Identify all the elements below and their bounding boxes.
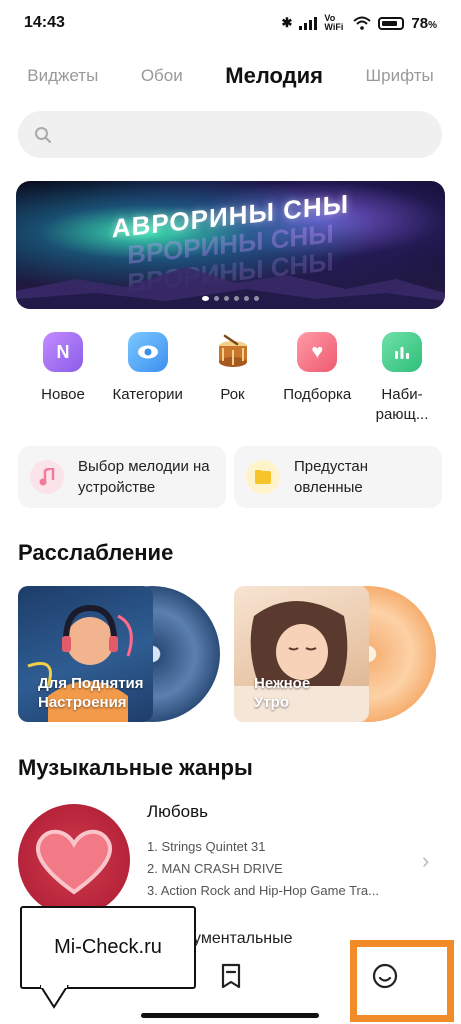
search-bar[interactable] <box>18 111 442 158</box>
category-label: Рок <box>220 386 245 403</box>
callout-tail <box>40 985 69 1009</box>
category-label: Наби- рающ... <box>375 386 429 423</box>
status-icons: ✱ Vo WiFi 78% <box>282 14 438 32</box>
section-relax-heading: Расслабление <box>18 540 174 565</box>
album-title: Для Поднятия Настроения <box>38 675 144 711</box>
category-selection[interactable]: ♥ Подборка <box>276 332 358 432</box>
vowifi-label: Vo WiFi <box>324 13 344 32</box>
preinstalled-label: Предустан овленные <box>294 458 369 496</box>
bluetooth-icon: ✱ <box>281 15 293 30</box>
battery-level: 78% <box>411 14 437 32</box>
banner-pager <box>16 296 445 301</box>
genre-track-list: 1. Strings Quintet 31 2. MAN CRASH DRIVE… <box>147 836 379 902</box>
category-icon <box>127 332 168 372</box>
pager-dot <box>254 296 259 301</box>
watermark-callout: Mi-Check.ru <box>20 906 196 989</box>
category-label: Категории <box>112 386 183 403</box>
section-genres-heading: Музыкальные жанры <box>18 755 253 780</box>
home-indicator[interactable] <box>141 1013 319 1018</box>
category-categories[interactable]: Категории <box>107 332 189 432</box>
device-ringtone-label: Выбор мелодии на устройстве <box>78 458 210 496</box>
pager-dot <box>214 296 219 301</box>
album-title: Нежное Утро <box>254 675 311 711</box>
drum-icon <box>213 332 253 372</box>
wifi-icon <box>353 16 372 30</box>
status-time: 14:43 <box>24 14 65 31</box>
top-tabs: Виджеты Обои Мелодия Шрифты <box>0 56 461 96</box>
device-ringtone-card[interactable]: Выбор мелодии на устройстве <box>18 446 226 508</box>
pager-dot <box>202 296 209 301</box>
category-rock[interactable]: Рок <box>192 332 274 432</box>
genre-track: 1. Strings Quintet 31 <box>147 839 266 854</box>
status-bar: 14:43 ✱ Vo WiFi 78% <box>0 0 461 46</box>
tab-fonts[interactable]: Шрифты <box>366 66 434 86</box>
heart-icon <box>36 829 112 895</box>
bookmark-icon[interactable] <box>219 963 243 989</box>
watermark-text: Mi-Check.ru <box>54 936 162 958</box>
tab-wallpapers[interactable]: Обои <box>141 66 183 86</box>
highlight-box <box>350 940 454 1022</box>
folder-icon <box>246 460 280 494</box>
chart-icon <box>382 332 422 372</box>
genre-track: 3. Action Rock and Hip-Hop Game Tra... <box>147 883 379 898</box>
pager-dot <box>244 296 249 301</box>
category-label: Новое <box>41 386 85 403</box>
battery-icon <box>378 16 405 30</box>
heart-icon: ♥ <box>297 332 338 372</box>
genre-title[interactable]: Любовь <box>147 802 208 822</box>
search-input[interactable] <box>62 125 442 144</box>
pager-dot <box>234 296 239 301</box>
chevron-right-icon[interactable]: › <box>422 848 429 874</box>
tab-widgets[interactable]: Виджеты <box>27 66 98 86</box>
album-card[interactable]: Нежное Утро <box>234 586 436 722</box>
album-card[interactable]: Для Поднятия Настроения <box>18 586 220 722</box>
genre-track: 2. MAN CRASH DRIVE <box>147 861 283 876</box>
search-icon <box>35 126 52 143</box>
category-row: N Новое Категории Рок ♥ Подборка Наби- р… <box>0 332 461 432</box>
pager-dot <box>224 296 229 301</box>
category-label: Подборка <box>283 386 352 403</box>
new-icon: N <box>43 332 83 372</box>
promo-banner[interactable]: ВРОРИНЫ СНЫ ВРОРИНЫ СНЫ АВРОРИНЫ СНЫ <box>16 181 445 309</box>
category-trending[interactable]: Наби- рающ... <box>361 332 443 432</box>
preinstalled-card[interactable]: Предустан овленные <box>234 446 442 508</box>
category-new[interactable]: N Новое <box>22 332 104 432</box>
genre-cover[interactable] <box>18 804 130 916</box>
music-note-icon <box>30 460 64 494</box>
next-genre-title: ументальные <box>193 930 293 947</box>
tab-ringtones[interactable]: Мелодия <box>225 63 323 89</box>
signal-icon <box>299 16 318 30</box>
